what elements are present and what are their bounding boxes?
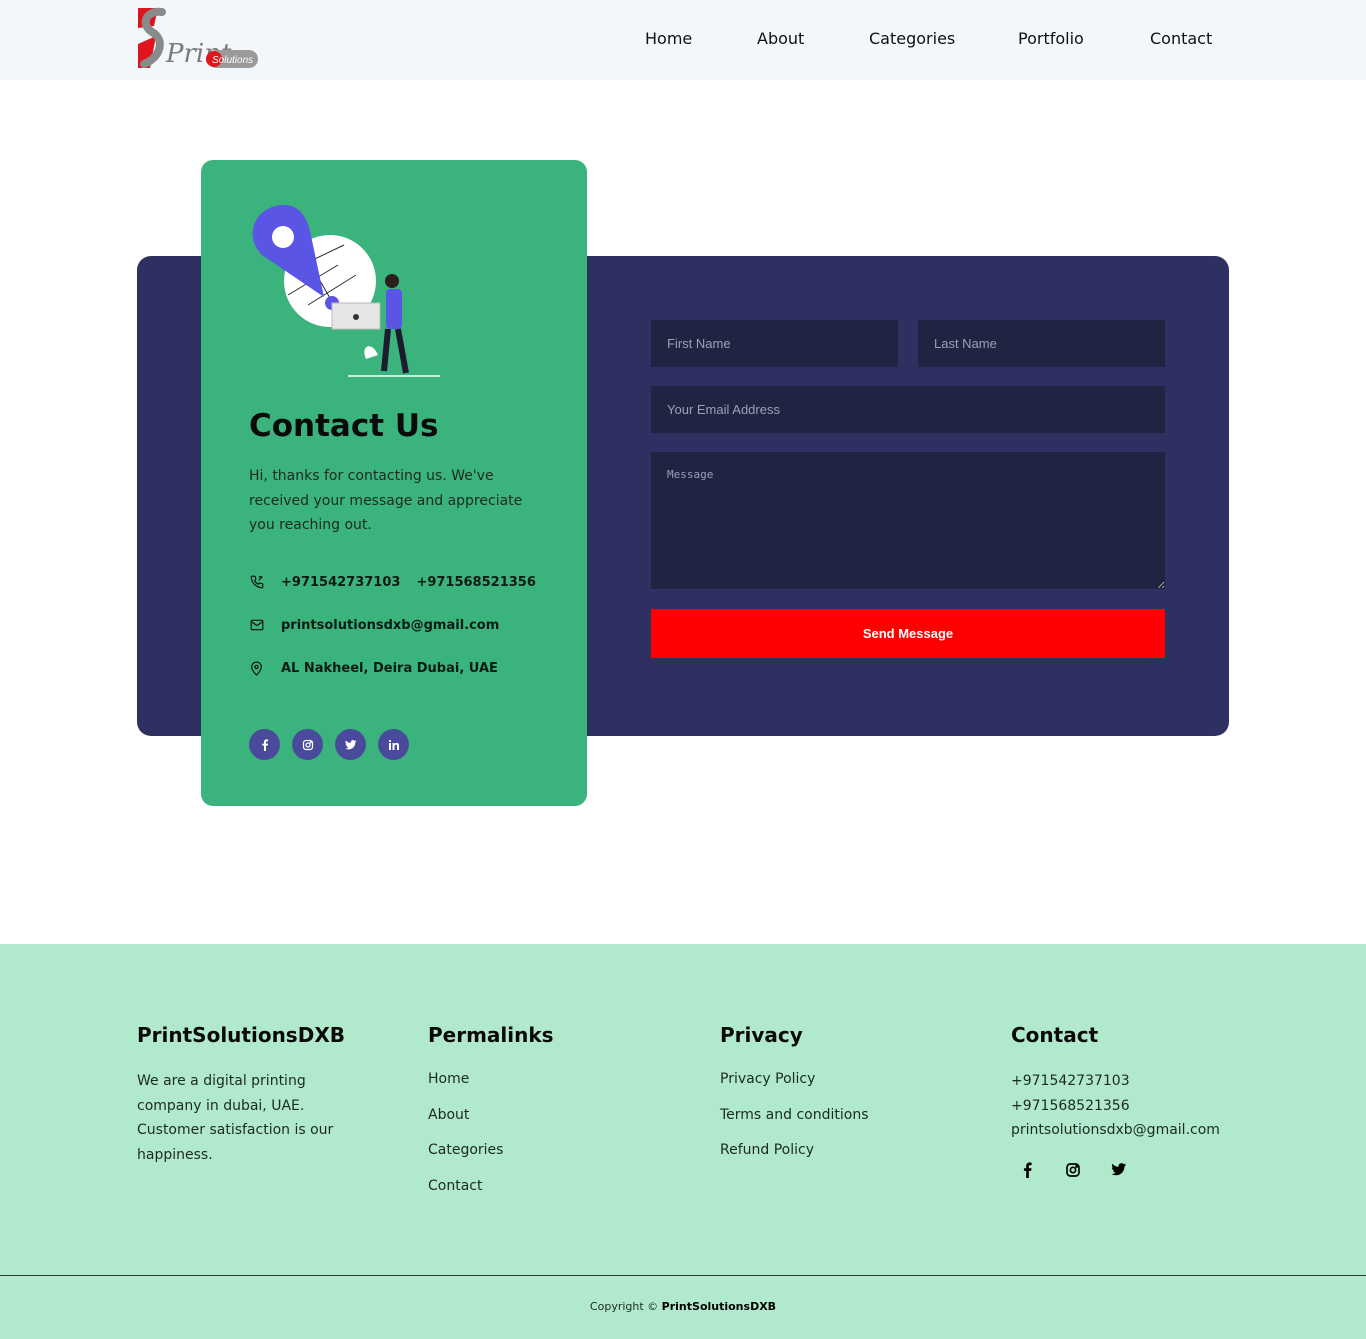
first-name-input[interactable] bbox=[651, 320, 898, 367]
footer-contact-heading: Contact bbox=[1011, 1023, 1099, 1047]
contact-description: Hi, thanks for contacting us. We've rece… bbox=[249, 468, 523, 533]
site-header: Print Solutions Home About Categories Po… bbox=[0, 0, 1366, 80]
copyright-brand[interactable]: PrintSolutionsDXB bbox=[662, 1300, 776, 1313]
nav-categories[interactable]: Categories bbox=[869, 29, 955, 48]
footer-brand-column: PrintSolutionsDXB We are a digital print… bbox=[137, 1023, 357, 1167]
linkedin-icon[interactable] bbox=[378, 729, 409, 760]
phone-1[interactable]: +971542737103 bbox=[281, 575, 400, 590]
location-illustration bbox=[252, 205, 440, 377]
send-message-button[interactable]: Send Message bbox=[651, 609, 1165, 658]
footer-link-about[interactable]: About bbox=[428, 1098, 554, 1134]
footer-brand-text: We are a digital printing company in dub… bbox=[137, 1073, 334, 1163]
footer-brand-heading: PrintSolutionsDXB bbox=[137, 1023, 345, 1047]
instagram-icon[interactable] bbox=[1064, 1161, 1082, 1179]
map-pin-icon bbox=[249, 661, 264, 676]
facebook-icon[interactable] bbox=[249, 729, 280, 760]
email-input[interactable] bbox=[651, 386, 1165, 433]
mail-icon bbox=[249, 618, 264, 633]
footer-link-privacy-policy[interactable]: Privacy Policy bbox=[720, 1062, 869, 1098]
footer-phone-2[interactable]: +971568521356 bbox=[1011, 1094, 1220, 1119]
address-row: AL Nakheel, Deira Dubai, UAE bbox=[249, 658, 498, 678]
footer-contact-column: Contact +971542737103 +971568521356 prin… bbox=[1011, 1023, 1220, 1179]
footer-privacy-heading: Privacy bbox=[720, 1023, 803, 1047]
nav-about[interactable]: About bbox=[757, 29, 804, 48]
footer-privacy-column: Privacy Privacy Policy Terms and conditi… bbox=[720, 1023, 869, 1169]
footer-link-home[interactable]: Home bbox=[428, 1062, 554, 1098]
twitter-icon[interactable] bbox=[1110, 1161, 1128, 1179]
contact-title: Contact Us bbox=[249, 408, 439, 444]
footer-link-contact[interactable]: Contact bbox=[428, 1169, 554, 1205]
footer-permalinks-column: Permalinks Home About Categories Contact bbox=[428, 1023, 554, 1204]
nav-home[interactable]: Home bbox=[645, 29, 692, 48]
footer-social bbox=[1011, 1161, 1220, 1179]
contact-social bbox=[249, 729, 409, 760]
copyright: Copyright © PrintSolutionsDXB bbox=[0, 1300, 1366, 1313]
footer-link-terms[interactable]: Terms and conditions bbox=[720, 1098, 869, 1134]
instagram-icon[interactable] bbox=[292, 729, 323, 760]
footer-permalinks-heading: Permalinks bbox=[428, 1023, 554, 1047]
footer-email[interactable]: printsolutionsdxb@gmail.com bbox=[1011, 1118, 1220, 1143]
contact-email[interactable]: printsolutionsdxb@gmail.com bbox=[281, 618, 499, 633]
footer-link-categories[interactable]: Categories bbox=[428, 1133, 554, 1169]
footer-divider bbox=[0, 1275, 1366, 1276]
phone-row: +971542737103 +971568521356 bbox=[249, 572, 536, 592]
facebook-icon[interactable] bbox=[1018, 1161, 1036, 1179]
email-row: printsolutionsdxb@gmail.com bbox=[249, 615, 499, 635]
copyright-prefix: Copyright © bbox=[589, 1300, 659, 1313]
footer-link-refund[interactable]: Refund Policy bbox=[720, 1133, 869, 1169]
twitter-icon[interactable] bbox=[335, 729, 366, 760]
contact-address: AL Nakheel, Deira Dubai, UAE bbox=[281, 660, 498, 676]
last-name-input[interactable] bbox=[918, 320, 1165, 367]
message-textarea[interactable] bbox=[651, 452, 1165, 589]
logo[interactable]: Print Solutions bbox=[136, 6, 260, 76]
nav-portfolio[interactable]: Portfolio bbox=[1018, 29, 1084, 48]
footer-phone-1[interactable]: +971542737103 bbox=[1011, 1069, 1220, 1094]
phone-2[interactable]: +971568521356 bbox=[416, 575, 535, 590]
logo-badge: Solutions bbox=[212, 55, 253, 66]
phone-icon bbox=[249, 575, 264, 590]
nav-contact[interactable]: Contact bbox=[1150, 29, 1212, 48]
